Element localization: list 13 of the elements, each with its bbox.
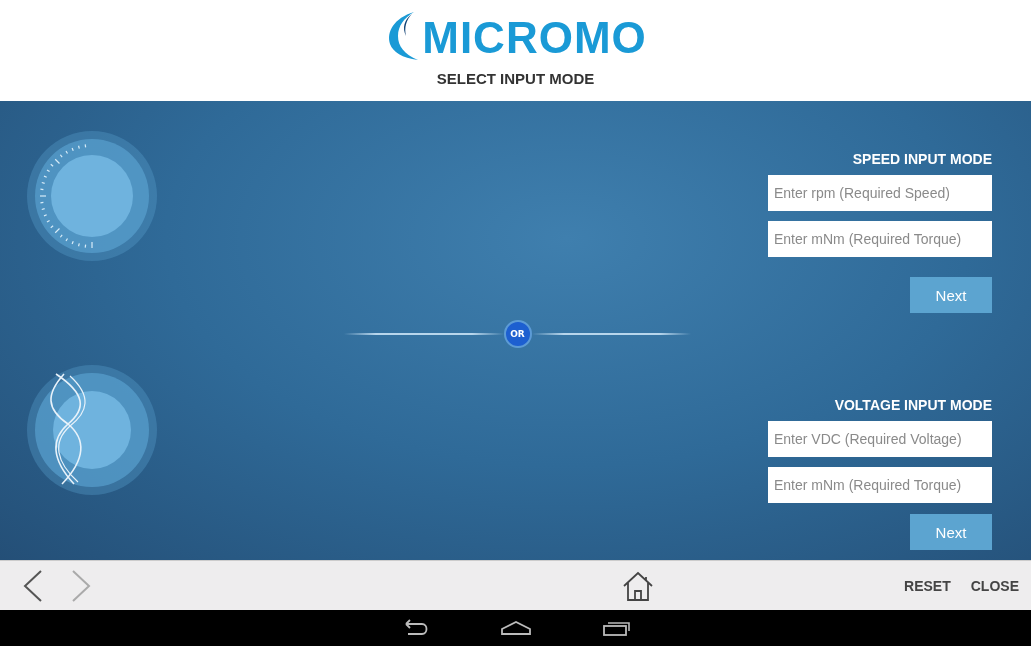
toolbar-action-button[interactable]: RESET xyxy=(898,573,957,598)
input-field[interactable]: Enter VDC (Required Voltage) xyxy=(768,421,992,457)
recent-apps-icon[interactable] xyxy=(601,619,632,637)
mode-title: SPEED INPUT MODE xyxy=(852,151,992,167)
logo-wordmark: MICROMO xyxy=(422,16,647,60)
toolbar-action-button[interactable]: CLOSE xyxy=(964,573,1025,598)
input-field[interactable]: Enter mNm (Required Torque) xyxy=(768,467,992,503)
page-title: SELECT INPUT MODE xyxy=(436,70,595,87)
input-field[interactable]: Enter rpm (Required Speed) xyxy=(768,175,992,211)
or-badge: OR xyxy=(503,320,532,348)
input-field[interactable]: Enter mNm (Required Torque) xyxy=(768,221,992,257)
mode-title: VOLTAGE INPUT MODE xyxy=(834,397,992,413)
home-icon[interactable] xyxy=(499,620,532,636)
